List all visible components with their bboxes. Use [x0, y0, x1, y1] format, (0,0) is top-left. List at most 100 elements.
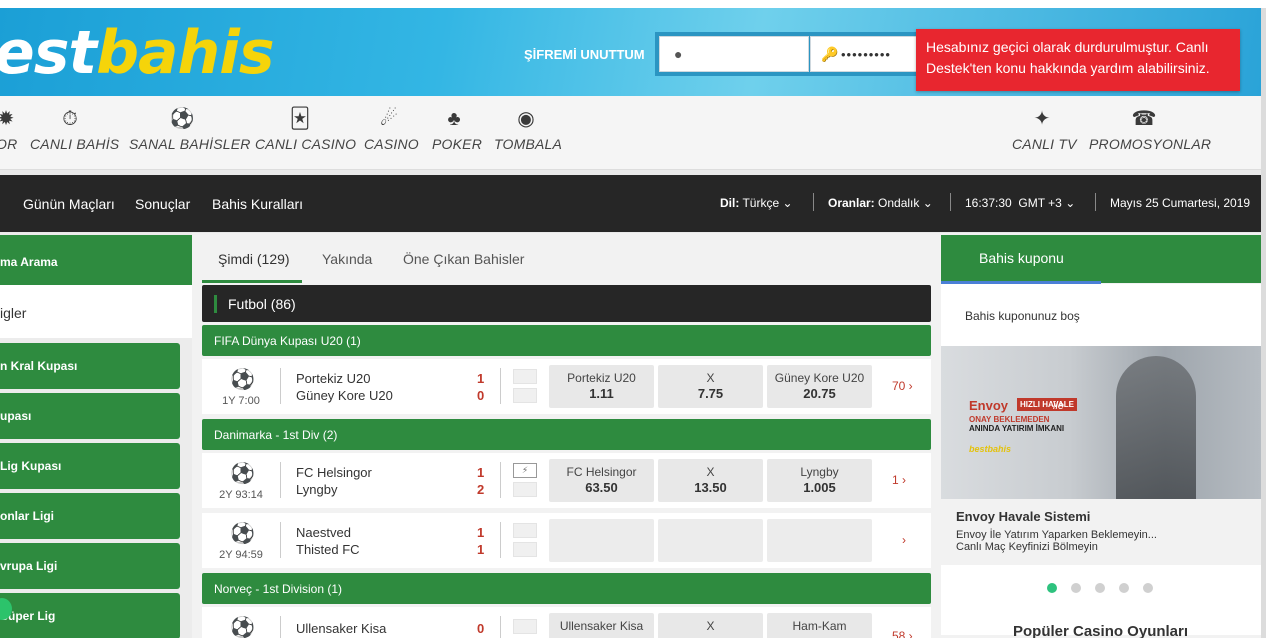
- link-sonuclar[interactable]: Sonuçlar: [135, 196, 190, 212]
- football-icon: ⚽: [230, 463, 255, 485]
- divider: [1095, 193, 1096, 211]
- stat-box: [513, 523, 537, 538]
- sport-header[interactable]: Futbol (86): [202, 285, 931, 322]
- page-scrollbar[interactable]: [1261, 8, 1266, 638]
- divider: [950, 193, 951, 211]
- match-search[interactable]: ma Arama: [0, 235, 192, 285]
- top-strip: [0, 0, 1266, 8]
- favorites-item[interactable]: igler: [0, 285, 192, 338]
- carousel-dot[interactable]: [1143, 583, 1153, 593]
- sports-icon: ✹: [0, 108, 15, 130]
- league-item[interactable]: n Kral Kupası: [0, 343, 180, 389]
- odd-draw-button[interactable]: X: [658, 613, 763, 638]
- bet-slip-empty: Bahis kuponunuz boş: [941, 284, 1261, 346]
- gift-icon: ☎: [1131, 108, 1157, 130]
- stat-box: [513, 619, 537, 634]
- odd-home-button[interactable]: Ullensaker Kisa: [549, 613, 654, 638]
- odd-away-button[interactable]: Ham-Kam: [767, 613, 872, 638]
- popular-casino-title: Popüler Casino Oyunları: [1013, 623, 1189, 638]
- secondary-nav: Günün Maçları Sonuçlar Bahis Kuralları D…: [0, 175, 1261, 232]
- stat-box: [513, 542, 537, 557]
- more-bets-link[interactable]: 1 ›: [892, 473, 906, 487]
- odd-home-button[interactable]: FC Helsingor 63.50: [549, 459, 654, 502]
- divider: [813, 193, 814, 211]
- match-list: Şimdi (129) Yakında Öne Çıkan Bahisler F…: [192, 233, 941, 638]
- key-icon: 🔑: [821, 46, 839, 62]
- nav-item-sanal-bahisler[interactable]: ⚽ SANAL BAHİSLER: [129, 104, 250, 152]
- odd-draw-button[interactable]: [658, 519, 763, 562]
- league-header[interactable]: FIFA Dünya Kupası U20 (1): [202, 325, 931, 356]
- league-header[interactable]: Norveç - 1st Division (1): [202, 573, 931, 604]
- odds-format-select[interactable]: Oranlar: Ondalık ⌄: [828, 196, 933, 210]
- match-row: ⚽ 2Y 94:59 Naestved Thisted FC 1 1 ›: [202, 513, 931, 568]
- carousel-dot[interactable]: [1047, 583, 1057, 593]
- right-sidebar: Bahis kuponu Bahis kuponunuz boş Envoy H…: [941, 233, 1261, 638]
- chevron-down-icon: ⌄: [1065, 196, 1076, 210]
- bet-slip-header[interactable]: Bahis kuponu: [941, 235, 1261, 283]
- league-item[interactable]: Lig Kupası: [0, 443, 180, 489]
- more-bets-link[interactable]: 70 ›: [892, 379, 913, 393]
- carousel-dot[interactable]: [1119, 583, 1129, 593]
- forgot-password-link[interactable]: ŞİFREMİ UNUTTUM: [524, 47, 645, 62]
- more-bets-link[interactable]: ›: [902, 533, 906, 547]
- league-item[interactable]: Süper Lig: [0, 593, 180, 638]
- match-row: ⚽ 2Y 93:14 FC Helsingor Lyngby 1 2 ⚡ FC …: [202, 453, 931, 508]
- odd-away-button[interactable]: Güney Kore U20 20.75: [767, 365, 872, 408]
- promo-caption[interactable]: Envoy Havale Sistemi Envoy İle Yatırım Y…: [941, 499, 1261, 563]
- password-input[interactable]: 🔑 •••••••••: [810, 36, 920, 72]
- carousel-dot[interactable]: [1071, 583, 1081, 593]
- odd-draw-button[interactable]: X 13.50: [658, 459, 763, 502]
- stat-box: [513, 388, 537, 403]
- user-icon: ●: [674, 46, 683, 62]
- link-bahis-kurallari[interactable]: Bahis Kuralları: [212, 196, 303, 212]
- carousel-dot[interactable]: [1095, 583, 1105, 593]
- slot-icon: ☄: [380, 108, 398, 130]
- match-tabs: Şimdi (129) Yakında Öne Çıkan Bahisler: [192, 233, 941, 285]
- stat-box: [513, 369, 537, 384]
- ball-icon: ⚽: [169, 108, 195, 130]
- league-item[interactable]: upası: [0, 393, 180, 439]
- tab-simdi[interactable]: Şimdi (129): [218, 251, 290, 267]
- timezone-select[interactable]: 16:37:30 GMT +3 ⌄: [965, 196, 1075, 210]
- nav-item-poker[interactable]: ♣ POKER: [432, 104, 482, 152]
- lightning-icon: ⚡: [513, 463, 537, 478]
- odd-away-button[interactable]: [767, 519, 872, 562]
- nav-item-sports[interactable]: ✹ OR: [0, 104, 17, 152]
- link-gunun-maclari[interactable]: Günün Maçları: [23, 196, 115, 212]
- stopwatch-icon: ⏱: [62, 108, 78, 130]
- carousel-dots: Popüler Casino Oyunları: [941, 565, 1261, 638]
- banner-person-image: [1116, 356, 1196, 499]
- site-logo[interactable]: estbahis: [0, 18, 275, 88]
- league-item[interactable]: onlar Ligi: [0, 493, 180, 539]
- account-suspended-alert: Hesabınız geçici olarak durdurulmuştur. …: [916, 29, 1240, 91]
- tab-one-cikan[interactable]: Öne Çıkan Bahisler: [403, 251, 524, 267]
- nav-item-promosyonlar[interactable]: ☎ PROMOSYONLAR: [1089, 104, 1211, 152]
- odd-home-button[interactable]: [549, 519, 654, 562]
- left-sidebar: ma Arama igler n Kral Kupası upası Lig K…: [0, 233, 192, 638]
- nav-item-casino[interactable]: ☄ CASINO: [364, 104, 419, 152]
- promo-banner[interactable]: Envoy HIZLI HAVALE ile ONAY BEKLEMEDEN A…: [941, 346, 1261, 499]
- nav-item-canli-tv[interactable]: ✦ CANLI TV: [1012, 104, 1076, 152]
- nav-item-canli-bahis[interactable]: ⏱ CANLI BAHİS: [30, 104, 119, 152]
- chevron-down-icon: ⌄: [782, 196, 793, 210]
- odd-away-button[interactable]: Lyngby 1.005: [767, 459, 872, 502]
- league-header[interactable]: Danimarka - 1st Div (2): [202, 419, 931, 450]
- odd-draw-button[interactable]: X 7.75: [658, 365, 763, 408]
- nav-item-canli-casino[interactable]: 🃏 CANLI CASINO: [255, 104, 356, 152]
- current-date: Mayıs 25 Cumartesi, 2019: [1110, 196, 1251, 210]
- football-icon: ⚽: [230, 369, 255, 391]
- main-nav: ✹ OR ⏱ CANLI BAHİS ⚽ SANAL BAHİSLER 🃏 CA…: [0, 96, 1261, 170]
- nav-item-tombala[interactable]: ◉ TOMBALA: [494, 104, 562, 152]
- more-bets-link[interactable]: 58 ›: [892, 629, 913, 638]
- login-box: ● 🔑 •••••••••: [655, 32, 920, 76]
- tab-yakinda[interactable]: Yakında: [322, 251, 372, 267]
- odd-home-button[interactable]: Portekiz U20 1.11: [549, 365, 654, 408]
- chevron-down-icon: ⌄: [922, 196, 933, 210]
- match-row: ⚽ 1Y 7:00 Portekiz U20 Güney Kore U20 1 …: [202, 359, 931, 414]
- username-input[interactable]: ●: [659, 36, 809, 72]
- match-row: ⚽ Ullensaker Kisa 0 Ullensaker Kisa X Ha…: [202, 607, 931, 638]
- league-item[interactable]: vrupa Ligi: [0, 543, 180, 589]
- site-header: estbahis ŞİFREMİ UNUTTUM ● 🔑 ••••••••• H…: [0, 8, 1261, 96]
- football-icon: ⚽: [230, 523, 255, 545]
- language-select[interactable]: Dil: Türkçe ⌄: [720, 196, 793, 210]
